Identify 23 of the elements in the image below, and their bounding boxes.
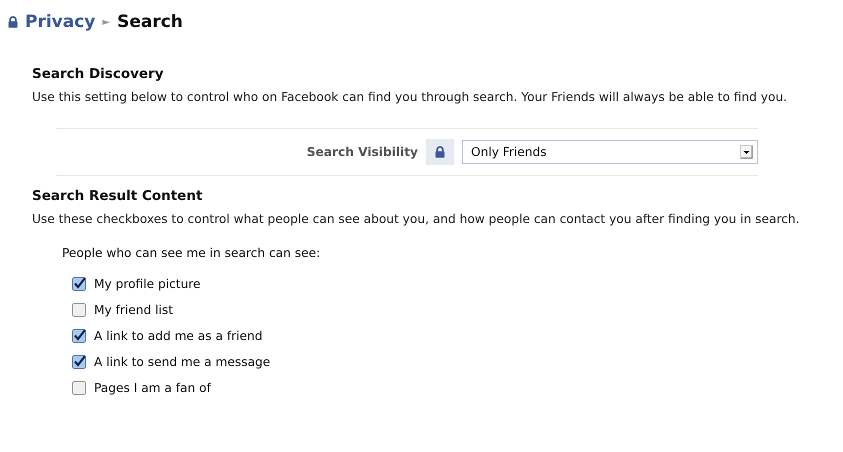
checkbox-label: Pages I am a fan of (94, 381, 211, 395)
checkbox[interactable] (72, 355, 86, 369)
breadcrumb-separator: ► (102, 16, 110, 28)
lock-icon (435, 146, 445, 158)
checkbox[interactable] (72, 329, 86, 343)
options-prompt: People who can see me in search can see: (62, 246, 322, 260)
visibility-label: Search Visibility (306, 145, 418, 159)
checkbox[interactable] (72, 381, 86, 395)
visibility-dropdown[interactable]: Only Friends (462, 140, 758, 164)
section-description: Use these checkboxes to control what people can see about you, and how people can contact you after finding you in search. (32, 211, 801, 228)
checkbox[interactable] (72, 303, 86, 317)
page-title: Search (117, 12, 183, 32)
section-description: Use this setting below to control who on Facebook can find you through search. Your Friends will always be able to find you. (32, 89, 788, 106)
checkbox[interactable] (72, 277, 86, 291)
checkbox-label: My profile picture (94, 277, 201, 291)
checkbox-label: A link to send me a message (94, 355, 270, 369)
section-heading: Search Result Content (32, 188, 204, 204)
breadcrumb-link[interactable]: Privacy (25, 12, 96, 32)
checkbox-label: A link to add me as a friend (94, 329, 262, 343)
section-heading: Search Discovery (32, 66, 165, 82)
dropdown-arrow-icon (740, 145, 753, 159)
checkbox-label: My friend list (94, 303, 174, 317)
lock-icon (8, 16, 18, 28)
